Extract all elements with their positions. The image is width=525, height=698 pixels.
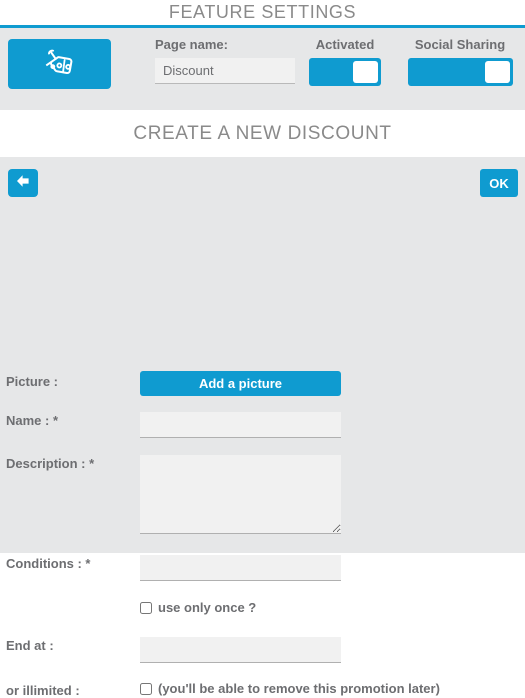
name-label: Name : * xyxy=(6,413,59,428)
description-label: Description : * xyxy=(6,456,95,471)
back-button[interactable] xyxy=(8,169,38,197)
end-at-input[interactable] xyxy=(140,637,341,663)
activated-toggle-switch[interactable] xyxy=(309,58,381,86)
use-only-once-row: use only once ? xyxy=(140,600,256,615)
illimited-row: (you'll be able to remove this promotion… xyxy=(140,681,440,696)
illimited-label: or illimited : xyxy=(6,683,80,698)
name-input[interactable] xyxy=(140,412,341,438)
description-textarea[interactable] xyxy=(140,455,341,534)
create-discount-form: OK Picture : Add a picture Name : * Desc… xyxy=(0,157,525,698)
illimited-note: (you'll be able to remove this promotion… xyxy=(158,681,440,696)
discount-feature-settings-screen: FEATURE SETTINGS Page name: Discount Act… xyxy=(0,0,525,698)
activated-toggle-group: Activated xyxy=(305,37,385,86)
social-sharing-toggle-label: Social Sharing xyxy=(414,37,506,52)
social-sharing-toggle-group: Social Sharing xyxy=(405,37,515,86)
activated-toggle-label: Activated xyxy=(315,37,375,52)
page-name-label: Page name: xyxy=(155,37,228,52)
illimited-checkbox[interactable] xyxy=(140,682,152,695)
use-only-once-checkbox[interactable] xyxy=(140,601,152,614)
arrow-left-icon xyxy=(15,174,31,193)
picture-label: Picture : xyxy=(6,374,59,389)
create-discount-title: CREATE A NEW DISCOUNT xyxy=(0,110,525,157)
social-sharing-toggle-knob xyxy=(484,61,510,83)
page-name-field-group: Page name: xyxy=(155,37,295,84)
end-at-label: End at : xyxy=(6,638,54,653)
social-sharing-toggle-switch[interactable] xyxy=(407,58,513,86)
add-picture-button[interactable]: Add a picture xyxy=(140,371,341,396)
discount-tag-percent-icon xyxy=(43,47,77,81)
conditions-label: Conditions : * xyxy=(6,556,91,571)
ok-button[interactable]: OK xyxy=(480,169,518,197)
feature-settings-panel: Page name: Activated Social Sharing xyxy=(0,28,525,110)
activated-toggle-knob xyxy=(353,61,378,83)
page-name-input[interactable] xyxy=(155,58,295,84)
conditions-input[interactable] xyxy=(140,555,341,581)
use-only-once-label: use only once ? xyxy=(158,600,257,615)
discount-tag-percent-icon-button[interactable] xyxy=(8,39,111,89)
feature-settings-title: FEATURE SETTINGS xyxy=(0,0,525,25)
